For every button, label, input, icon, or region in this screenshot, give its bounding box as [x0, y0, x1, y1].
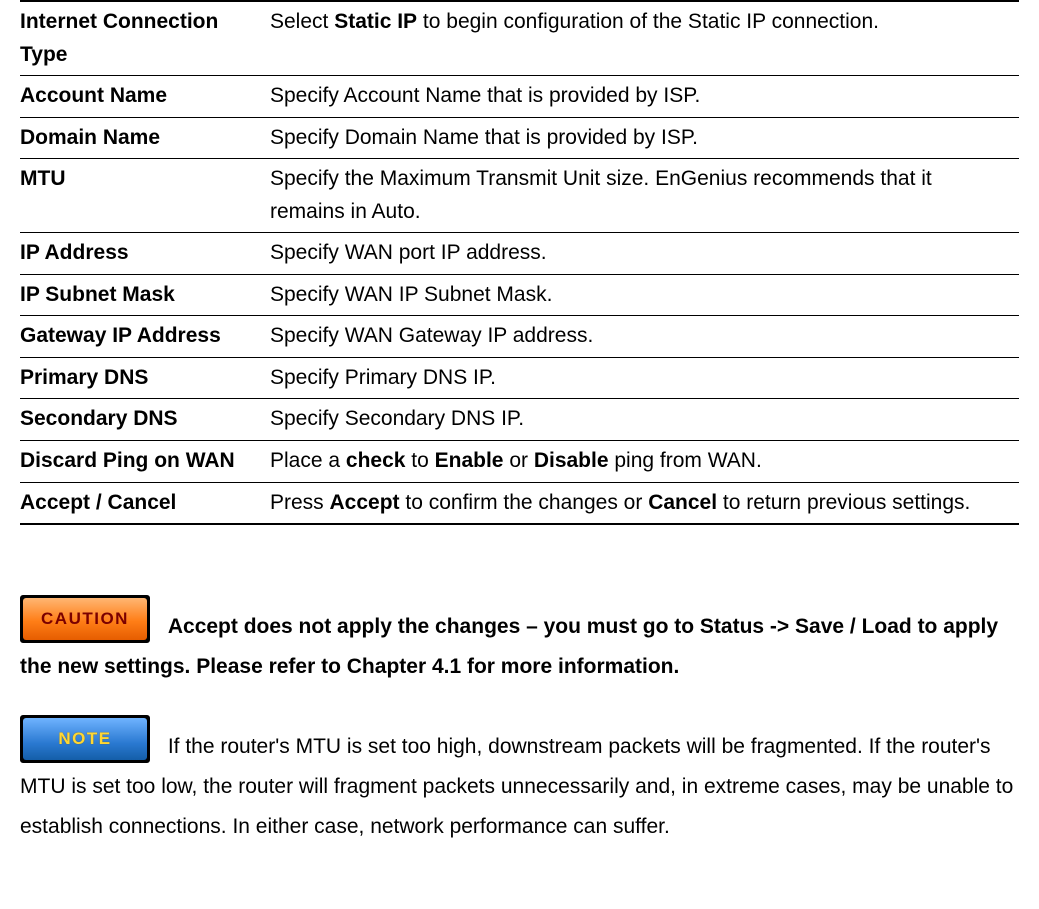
row-label: Primary DNS	[20, 357, 270, 399]
row-desc-part: Press	[270, 491, 330, 514]
table-row: MTUSpecify the Maximum Transmit Unit siz…	[20, 159, 1019, 233]
row-label: Accept / Cancel	[20, 482, 270, 524]
row-label: Account Name	[20, 76, 270, 118]
table-row: Primary DNSSpecify Primary DNS IP.	[20, 357, 1019, 399]
config-table-body: Internet Connection TypeSelect Static IP…	[20, 1, 1019, 524]
table-row: Internet Connection TypeSelect Static IP…	[20, 1, 1019, 76]
row-desc-part: Specify the Maximum Transmit Unit size. …	[270, 167, 932, 223]
row-desc-part: Static IP	[334, 10, 417, 33]
row-desc-part: Specify WAN port IP address.	[270, 241, 547, 264]
row-desc-part: Specify Secondary DNS IP.	[270, 407, 524, 430]
row-desc-part: to return previous settings.	[717, 491, 970, 514]
row-desc-part: ping from WAN.	[609, 449, 762, 472]
row-label: IP Subnet Mask	[20, 274, 270, 316]
row-desc-part: Accept	[330, 491, 400, 514]
note-callout: NOTE If the router's MTU is set too high…	[20, 715, 1019, 847]
row-label: Secondary DNS	[20, 399, 270, 441]
row-desc-part: to	[405, 449, 434, 472]
row-desc-part: Specify Account Name that is provided by…	[270, 84, 700, 107]
row-label: Internet Connection Type	[20, 1, 270, 76]
row-desc: Press Accept to confirm the changes or C…	[270, 482, 1019, 524]
caution-text: Accept does not apply the changes – you …	[20, 615, 998, 678]
note-icon: NOTE	[20, 715, 150, 763]
row-desc-part: Specify Primary DNS IP.	[270, 366, 496, 389]
row-desc-part: Specify WAN Gateway IP address.	[270, 324, 593, 347]
row-desc: Specify WAN port IP address.	[270, 233, 1019, 275]
row-desc-part: check	[346, 449, 406, 472]
caution-icon: CAUTION	[20, 595, 150, 643]
row-desc-part: Specify WAN IP Subnet Mask.	[270, 283, 552, 306]
note-text: If the router's MTU is set too high, dow…	[20, 735, 1013, 838]
row-desc: Place a check to Enable or Disable ping …	[270, 441, 1019, 483]
row-desc: Specify the Maximum Transmit Unit size. …	[270, 159, 1019, 233]
row-desc: Specify Secondary DNS IP.	[270, 399, 1019, 441]
row-desc: Specify WAN IP Subnet Mask.	[270, 274, 1019, 316]
table-row: IP Subnet MaskSpecify WAN IP Subnet Mask…	[20, 274, 1019, 316]
caution-callout: CAUTION Accept does not apply the change…	[20, 595, 1019, 687]
row-desc: Specify Primary DNS IP.	[270, 357, 1019, 399]
row-label: IP Address	[20, 233, 270, 275]
table-row: Account NameSpecify Account Name that is…	[20, 76, 1019, 118]
row-desc-part: to confirm the changes or	[400, 491, 649, 514]
row-desc: Specify WAN Gateway IP address.	[270, 316, 1019, 358]
table-row: IP AddressSpecify WAN port IP address.	[20, 233, 1019, 275]
row-desc-part: Specify Domain Name that is provided by …	[270, 126, 698, 149]
table-row: Discard Ping on WANPlace a check to Enab…	[20, 441, 1019, 483]
row-desc-part: Disable	[534, 449, 609, 472]
row-desc-part: Cancel	[648, 491, 717, 514]
row-desc-part: Place a	[270, 449, 346, 472]
row-desc-part: to begin configuration of the Static IP …	[417, 10, 879, 33]
table-row: Accept / CancelPress Accept to confirm t…	[20, 482, 1019, 524]
row-label: Discard Ping on WAN	[20, 441, 270, 483]
note-badge-label: NOTE	[23, 718, 147, 760]
row-desc: Select Static IP to begin configuration …	[270, 1, 1019, 76]
table-row: Gateway IP AddressSpecify WAN Gateway IP…	[20, 316, 1019, 358]
table-row: Domain NameSpecify Domain Name that is p…	[20, 117, 1019, 159]
row-desc: Specify Account Name that is provided by…	[270, 76, 1019, 118]
row-desc-part: or	[503, 449, 533, 472]
row-label: Gateway IP Address	[20, 316, 270, 358]
row-desc-part: Select	[270, 10, 334, 33]
row-desc-part: Enable	[435, 449, 504, 472]
table-row: Secondary DNSSpecify Secondary DNS IP.	[20, 399, 1019, 441]
config-table: Internet Connection TypeSelect Static IP…	[20, 0, 1019, 525]
row-label: MTU	[20, 159, 270, 233]
caution-badge-label: CAUTION	[23, 598, 147, 640]
row-desc: Specify Domain Name that is provided by …	[270, 117, 1019, 159]
row-label: Domain Name	[20, 117, 270, 159]
